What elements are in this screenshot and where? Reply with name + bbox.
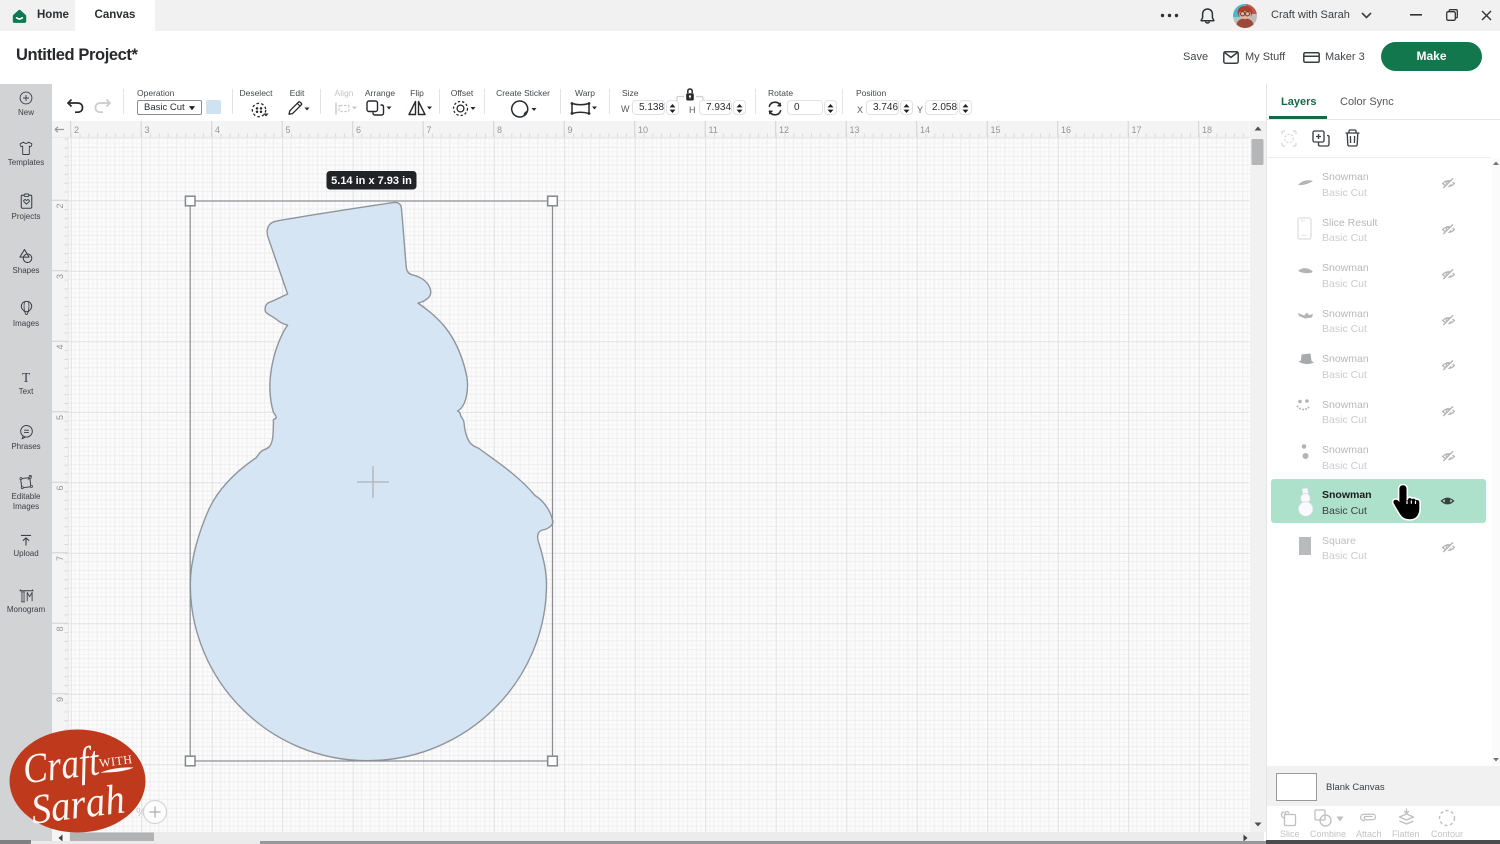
svg-text:3: 3	[55, 274, 65, 279]
svg-text:3: 3	[145, 125, 150, 135]
svg-text:6: 6	[55, 485, 65, 490]
svg-text:18: 18	[1202, 125, 1212, 135]
svg-text:8: 8	[497, 125, 502, 135]
svg-text:9: 9	[568, 125, 573, 135]
svg-text:14: 14	[920, 125, 930, 135]
svg-text:7: 7	[55, 556, 65, 561]
svg-text:11: 11	[709, 125, 718, 135]
svg-text:7: 7	[427, 125, 432, 135]
svg-text:4: 4	[55, 344, 65, 349]
svg-text:10: 10	[638, 125, 648, 135]
svg-text:8: 8	[55, 626, 65, 631]
svg-text:2: 2	[74, 125, 79, 135]
svg-text:9: 9	[55, 697, 65, 702]
svg-text:15: 15	[991, 125, 1001, 135]
svg-text:12: 12	[779, 125, 789, 135]
svg-text:5: 5	[55, 415, 65, 420]
svg-text:2: 2	[55, 203, 65, 208]
svg-text:4: 4	[215, 125, 220, 135]
svg-text:17: 17	[1132, 125, 1142, 135]
svg-text:13: 13	[850, 125, 860, 135]
svg-text:5: 5	[286, 125, 291, 135]
svg-text:T: T	[22, 371, 30, 385]
svg-text:16: 16	[1061, 125, 1071, 135]
svg-text:6: 6	[356, 125, 361, 135]
svg-text:5.14 in x 7.93 in: 5.14 in x 7.93 in	[331, 175, 412, 187]
